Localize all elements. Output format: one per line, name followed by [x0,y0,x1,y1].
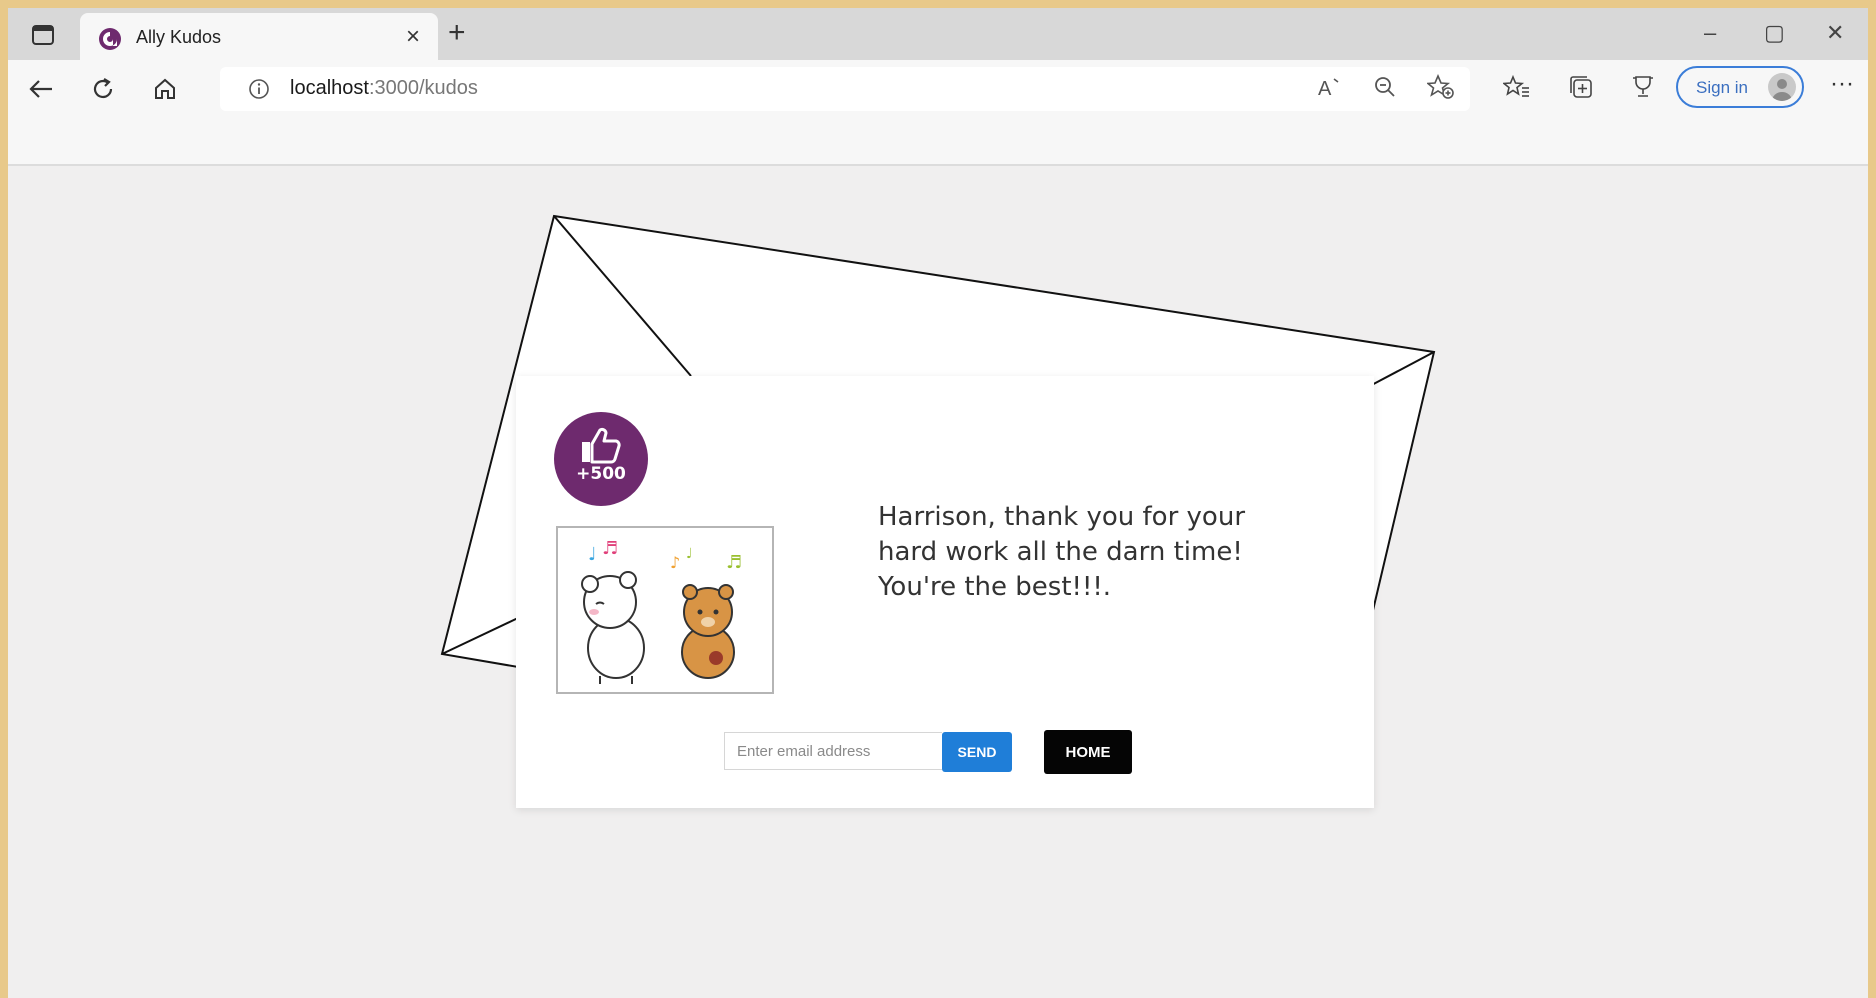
read-aloud-button[interactable]: A [1314,72,1344,102]
refresh-icon [93,78,113,99]
profile-avatar-icon [1768,73,1796,101]
home-icon [155,78,175,99]
tab-actions-icon [32,25,54,45]
kudos-card: +500 ♩ ♬ ♪ ♩ ♬ Harrison, thank you for y… [516,376,1374,808]
music-note-icon: ♬ [726,552,742,573]
message-line: You're the best!!!. [878,572,1112,602]
favorites-icon [1503,74,1529,97]
tab-strip: Ally Kudos × + – ▢ ✕ [8,8,1868,60]
url-host: localhost [290,77,369,99]
address-bar[interactable]: localhost:3000/kudos [220,67,1470,111]
add-favorite-button[interactable] [1426,72,1456,102]
back-button[interactable] [24,72,58,106]
zoom-out-button[interactable] [1370,72,1400,102]
refresh-button[interactable] [86,72,120,106]
kudos-message: Harrison, thank you for your hard work a… [878,500,1298,605]
collections-button[interactable] [1566,72,1596,102]
home-nav-button[interactable] [148,72,182,106]
home-button[interactable]: HOME [1044,730,1132,774]
toolbar-spacer [8,118,1868,166]
tab-close-button[interactable]: × [406,23,420,51]
email-input[interactable] [724,732,942,770]
settings-menu-button[interactable]: ··· [1830,70,1854,98]
white-bear-icon [581,571,645,684]
kudos-points-badge: +500 [554,412,648,506]
new-tab-button[interactable]: + [448,18,466,48]
svg-text:A: A [1318,78,1332,99]
close-window-button[interactable]: ✕ [1826,20,1844,46]
tab-ally-kudos[interactable]: Ally Kudos × [80,13,438,60]
music-note-icon: ♩ [588,544,597,565]
url-path: :3000/kudos [368,77,478,99]
minimize-button[interactable]: – [1704,20,1716,46]
ally-logo-icon [99,28,121,50]
url-text[interactable]: localhost:3000/kudos [290,77,478,100]
browser-toolbar: localhost:3000/kudos A Sign in ··· [8,60,1868,118]
brown-bear-icon [681,584,735,679]
collections-icon [1570,76,1592,98]
kudos-points-text: +500 [576,464,626,484]
read-aloud-icon: A [1318,78,1339,99]
page-content: +500 ♩ ♬ ♪ ♩ ♬ Harrison, thank you for y… [8,166,1868,998]
favorites-button[interactable] [1502,72,1532,102]
send-button[interactable]: SEND [942,732,1012,772]
bear-sticker-image: ♩ ♬ ♪ ♩ ♬ [556,526,774,694]
music-note-icon: ♬ [602,538,618,559]
thumbs-up-icon [582,427,621,464]
browser-essentials-button[interactable] [1628,72,1658,102]
tab-title: Ally Kudos [136,27,222,47]
info-icon[interactable] [248,78,270,100]
zoom-out-icon [1375,77,1395,97]
tab-actions-button[interactable] [28,22,58,48]
sign-in-label: Sign in [1696,78,1748,97]
back-icon [29,80,52,98]
message-line: Harrison, thank you for your [878,502,1246,532]
sign-in-button[interactable]: Sign in [1676,66,1804,108]
maximize-button[interactable]: ▢ [1764,20,1785,46]
music-note-icon: ♪ [670,553,680,572]
music-note-icon: ♩ [686,546,693,562]
browser-essentials-icon [1633,76,1653,97]
add-favorite-icon [1427,74,1454,99]
message-line: hard work all the darn time! [878,537,1243,567]
browser-window: Ally Kudos × + – ▢ ✕ localhost:3000/kudo… [8,8,1868,998]
